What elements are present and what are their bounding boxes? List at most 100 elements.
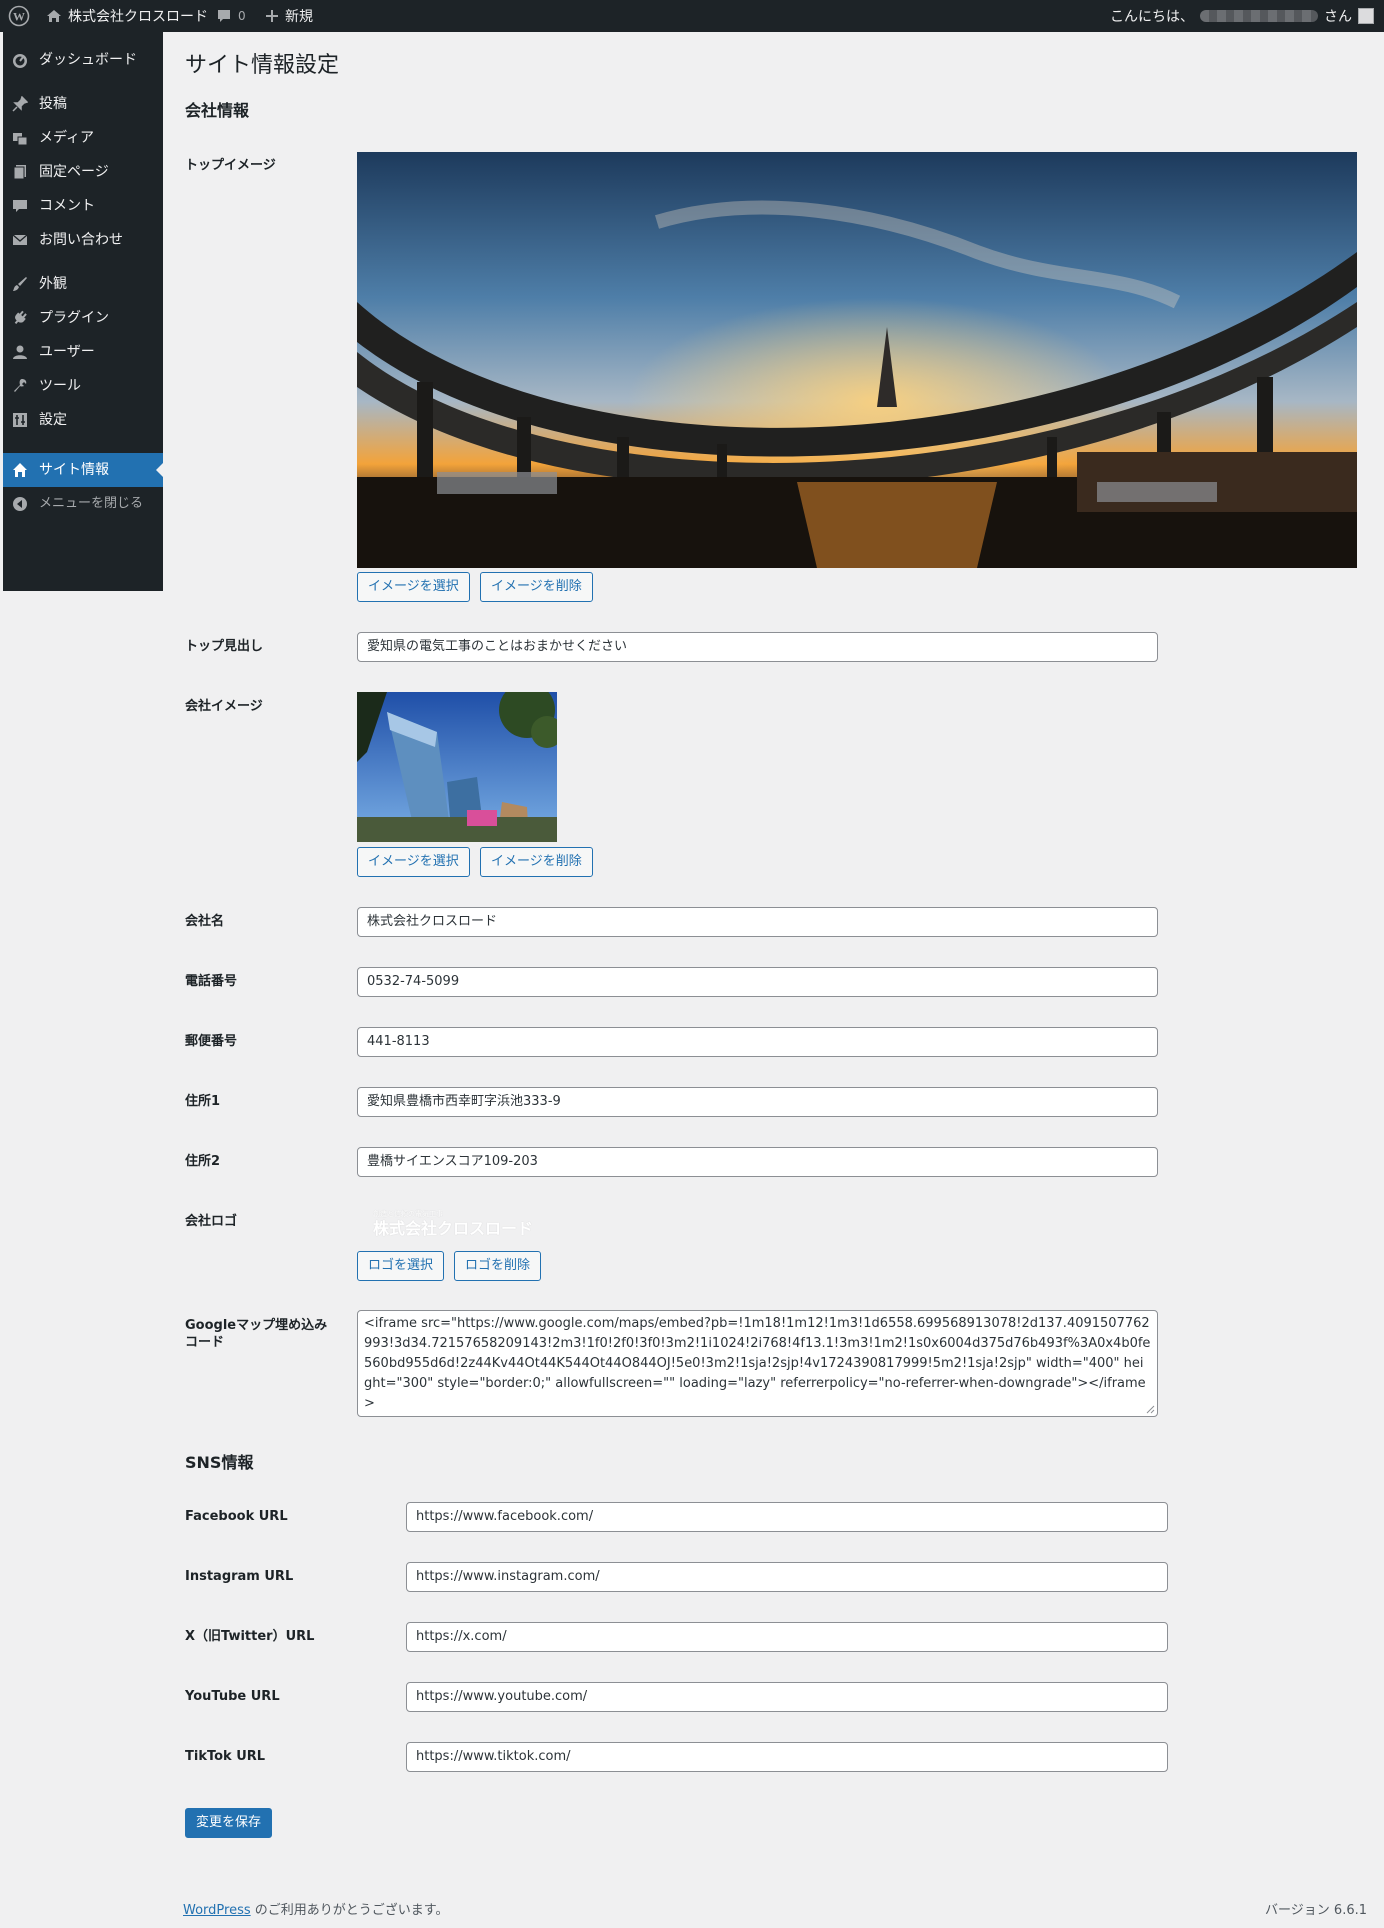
- menu-label: ツール: [39, 378, 81, 394]
- resize-handle-icon[interactable]: [1145, 1404, 1155, 1414]
- phone-label: 電話番号: [185, 974, 238, 989]
- user-icon: [13, 345, 27, 359]
- menu-item-posts[interactable]: 投稿: [3, 87, 163, 121]
- menu-label: プラグイン: [39, 310, 109, 326]
- company-section-heading: 会社情報: [185, 101, 250, 120]
- logo-small-text: 創造と信頼の電気工事: [373, 1210, 443, 1218]
- menu-label: サイト情報: [39, 462, 109, 478]
- menu-item-settings[interactable]: 設定: [3, 403, 163, 437]
- menu-item-contact[interactable]: お問い合わせ: [3, 223, 163, 257]
- facebook-url-label: Facebook URL: [185, 1509, 288, 1524]
- postal-code-label: 郵便番号: [185, 1034, 238, 1049]
- instagram-url-label: Instagram URL: [185, 1569, 294, 1584]
- top-heading-label: トップ見出し: [185, 639, 264, 654]
- company-image-preview: [357, 692, 557, 842]
- user-suffix: さん: [1324, 9, 1352, 25]
- menu-item-users[interactable]: ユーザー: [3, 335, 163, 369]
- menu-item-tools[interactable]: ツール: [3, 369, 163, 403]
- plus-icon: [266, 10, 278, 22]
- remove-logo-button[interactable]: ロゴを削除: [454, 1251, 542, 1281]
- sns-section-heading: SNS情報: [185, 1453, 254, 1472]
- username-blurred: [1200, 10, 1318, 22]
- select-logo-button[interactable]: ロゴを選択: [357, 1251, 445, 1281]
- menu-label: 外観: [39, 276, 67, 292]
- brush-icon: [13, 277, 27, 291]
- address1-input[interactable]: 愛知県豊橋市西幸町字浜池333-9: [357, 1087, 1158, 1117]
- admin-bar: W 株式会社クロスロード 0 新規 こんにちは、 さん: [0, 0, 1384, 32]
- remove-top-image-button[interactable]: イメージを削除: [480, 572, 593, 602]
- new-content-link[interactable]: 新規: [265, 0, 313, 32]
- select-top-image-button[interactable]: イメージを選択: [357, 572, 470, 602]
- svg-text:W: W: [13, 10, 25, 24]
- footer-thanks: WordPress のご利用ありがとうございます。: [183, 1899, 448, 1918]
- youtube-url-label: YouTube URL: [185, 1689, 280, 1704]
- tiktok-url-input[interactable]: https://www.tiktok.com/: [406, 1742, 1168, 1772]
- menu-label: メニューを閉じる: [39, 496, 144, 511]
- menu-item-dashboard[interactable]: ダッシュボード: [3, 43, 163, 77]
- greeting: こんにちは、: [1110, 9, 1194, 25]
- menu-label: 投稿: [39, 96, 67, 112]
- company-name-label: 会社名: [185, 914, 225, 929]
- save-changes-button[interactable]: 変更を保存: [185, 1808, 273, 1838]
- menu-label: 設定: [39, 412, 67, 428]
- comment-icon: [13, 200, 27, 212]
- menu-label: 固定ページ: [39, 164, 109, 180]
- wordpress-logo-icon[interactable]: W: [8, 0, 30, 32]
- youtube-url-input[interactable]: https://www.youtube.com/: [406, 1682, 1168, 1712]
- user-account-link[interactable]: こんにちは、 さん: [1110, 0, 1374, 32]
- instagram-url-input[interactable]: https://www.instagram.com/: [406, 1562, 1168, 1592]
- company-logo-label: 会社ロゴ: [185, 1214, 238, 1229]
- phone-input[interactable]: 0532-74-5099: [357, 967, 1158, 997]
- menu-item-site-info[interactable]: サイト情報: [3, 453, 164, 487]
- company-image-label: 会社イメージ: [185, 699, 263, 714]
- menu-item-plugins[interactable]: プラグイン: [3, 301, 163, 335]
- google-map-label: Googleマップ埋め込みコード: [185, 1318, 328, 1350]
- address1-label: 住所1: [185, 1094, 221, 1109]
- wordpress-link[interactable]: WordPress: [183, 1903, 251, 1918]
- mail-icon: [12, 234, 28, 245]
- logo-text: 株式会社クロスロード: [373, 1219, 534, 1238]
- facebook-url-input[interactable]: https://www.facebook.com/: [406, 1502, 1168, 1532]
- google-map-textarea[interactable]: <iframe src="https://www.google.com/maps…: [357, 1310, 1158, 1417]
- address2-input[interactable]: 豊橋サイエンスコア109-203: [357, 1147, 1158, 1177]
- menu-item-pages[interactable]: 固定ページ: [3, 155, 163, 189]
- remove-company-image-button[interactable]: イメージを削除: [480, 847, 593, 877]
- footer-version: バージョン 6.6.1: [1265, 1903, 1367, 1918]
- select-company-image-button[interactable]: イメージを選択: [357, 847, 470, 877]
- collapse-icon: [13, 497, 27, 511]
- menu-item-appearance[interactable]: 外観: [3, 267, 163, 301]
- menu-item-media[interactable]: メディア: [3, 121, 163, 155]
- address2-label: 住所2: [185, 1154, 221, 1169]
- x-url-input[interactable]: https://x.com/: [406, 1622, 1168, 1652]
- menu-label: ダッシュボード: [39, 52, 137, 68]
- wrench-icon: [14, 379, 27, 392]
- company-name-input[interactable]: 株式会社クロスロード: [357, 907, 1158, 937]
- page-title: サイト情報設定: [185, 53, 340, 78]
- dashboard-icon: [13, 54, 27, 68]
- top-image-preview: [357, 152, 1357, 568]
- postal-code-input[interactable]: 441-8113: [357, 1027, 1158, 1057]
- home-icon: [47, 10, 61, 22]
- menu-label: メディア: [39, 130, 95, 146]
- top-image-label: トップイメージ: [185, 158, 276, 173]
- company-logo-preview: 創造と信頼の電気工事 株式会社クロスロード: [373, 1210, 533, 1239]
- site-name: 株式会社クロスロード: [68, 9, 208, 25]
- menu-label: お問い合わせ: [39, 232, 123, 248]
- avatar: [1358, 8, 1374, 24]
- google-map-code: <iframe src="https://www.google.com/maps…: [364, 1316, 1151, 1411]
- settings-icon: [13, 413, 27, 427]
- collapse-menu-button[interactable]: メニューを閉じる: [3, 487, 163, 521]
- x-url-label: X（旧Twitter）URL: [185, 1629, 315, 1644]
- site-name-link[interactable]: 株式会社クロスロード: [46, 0, 208, 32]
- menu-item-comments[interactable]: コメント: [3, 189, 163, 223]
- menu-label: ユーザー: [39, 344, 95, 360]
- home-icon: [13, 463, 27, 477]
- top-heading-input[interactable]: 愛知県の電気工事のことはおまかせください: [357, 632, 1158, 662]
- plugin-icon: [14, 310, 27, 325]
- new-label: 新規: [285, 9, 313, 25]
- comment-icon: [218, 10, 230, 22]
- admin-menu: ダッシュボード 投稿 メディア 固定ページ コメント お問い合わせ 外観 プラグ…: [3, 32, 164, 591]
- pin-icon: [12, 96, 28, 112]
- footer-thanks-text: のご利用ありがとうございます。: [250, 1903, 449, 1918]
- comments-link[interactable]: 0: [216, 0, 246, 32]
